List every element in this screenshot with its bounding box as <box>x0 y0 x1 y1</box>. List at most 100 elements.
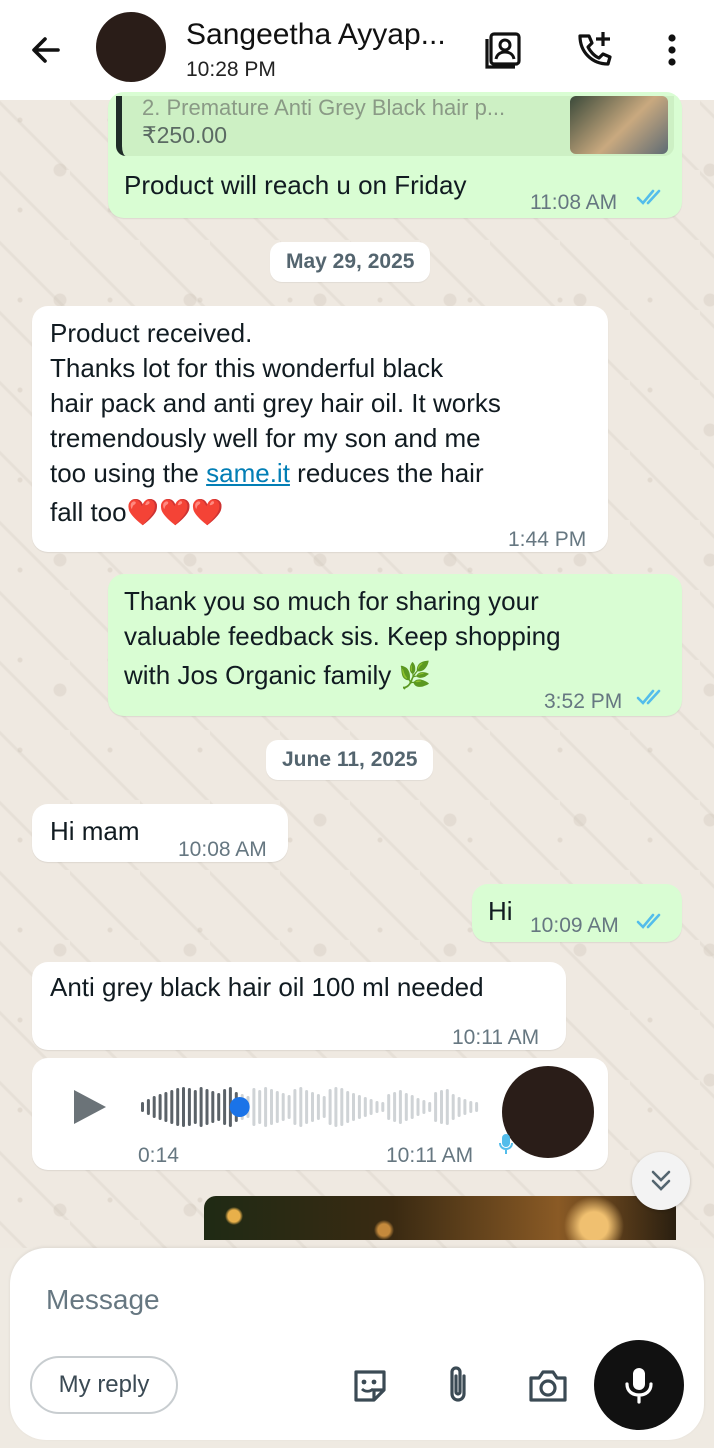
message-text: Hi mam <box>50 816 140 846</box>
incoming-message[interactable]: Hi mam 10:08 AM <box>32 804 288 862</box>
outgoing-message[interactable]: 2. Premature Anti Grey Black hair p... ₹… <box>108 92 682 218</box>
play-icon[interactable] <box>68 1086 110 1128</box>
incoming-message[interactable]: Product received. Thanks lot for this wo… <box>32 306 608 552</box>
waveform-bar <box>340 1088 344 1126</box>
waveform-bar <box>346 1091 350 1123</box>
waveform-bar <box>457 1097 461 1117</box>
waveform-bar <box>199 1087 203 1127</box>
add-call-icon[interactable] <box>572 28 616 72</box>
message-time: 1:44 PM <box>508 528 587 551</box>
message-time: 10:11 AM <box>386 1144 474 1167</box>
contact-avatar[interactable] <box>96 12 166 82</box>
waveform-bar <box>352 1093 355 1121</box>
waveform-bar <box>416 1098 420 1116</box>
waveform-bar <box>393 1092 397 1122</box>
message-text: Thank you so much for sharing your valua… <box>124 586 561 690</box>
waveform-bar <box>182 1087 185 1127</box>
waveform-bar <box>428 1102 432 1112</box>
contact-card-icon[interactable] <box>482 28 526 72</box>
waveform-bar <box>158 1094 162 1120</box>
contact-name[interactable]: Sangeetha Ayyap... <box>186 18 446 52</box>
read-ticks-icon <box>636 689 661 705</box>
last-seen-status: 10:28 PM <box>186 58 276 81</box>
message-input[interactable]: Message <box>46 1284 160 1316</box>
message-link[interactable]: same.it <box>206 458 290 488</box>
message-time: 10:11 AM <box>452 1026 540 1049</box>
incoming-message[interactable]: Anti grey black hair oil 100 ml needed 1… <box>32 962 566 1050</box>
message-text: Product received. Thanks lot for this wo… <box>50 318 501 527</box>
waveform-bar <box>141 1102 144 1112</box>
message-text: Hi <box>488 896 513 926</box>
waveform-bar <box>258 1090 262 1124</box>
waveform-bar <box>152 1096 156 1118</box>
more-options-icon[interactable] <box>650 28 694 72</box>
product-thumbnail <box>570 96 668 154</box>
waveform-bar <box>270 1089 273 1125</box>
my-reply-chip[interactable]: My reply <box>30 1356 178 1414</box>
waveform-bar <box>440 1090 443 1124</box>
camera-icon[interactable] <box>526 1366 570 1406</box>
sticker-icon[interactable] <box>348 1364 392 1408</box>
waveform-bar <box>146 1099 150 1115</box>
read-ticks-icon <box>636 913 661 929</box>
message-composer: Message My reply <box>10 1248 704 1440</box>
waveform-bar <box>363 1097 367 1117</box>
waveform-bar <box>193 1090 197 1124</box>
waveform-bar <box>445 1089 449 1125</box>
waveform-bar <box>187 1088 191 1126</box>
waveform-bar <box>387 1094 391 1120</box>
outgoing-message[interactable]: Thank you so much for sharing your valua… <box>108 574 682 716</box>
voice-message[interactable]: 0:14 10:11 AM <box>32 1058 608 1170</box>
waveform-bar <box>164 1092 168 1122</box>
waveform-bar <box>211 1091 215 1123</box>
waveform-bar <box>316 1094 320 1120</box>
waveform-bar <box>281 1093 285 1121</box>
message-time: 10:09 AM <box>530 914 619 937</box>
chat-header: Sangeetha Ayyap... 10:28 PM <box>0 0 714 100</box>
waveform-bar <box>252 1088 256 1126</box>
waveform-bar <box>404 1093 408 1121</box>
waveform-bar <box>305 1090 309 1124</box>
back-arrow-icon[interactable] <box>26 30 66 70</box>
quoted-product-price: ₹250.00 <box>142 122 227 148</box>
playback-position-handle[interactable] <box>229 1097 250 1117</box>
sender-avatar <box>502 1066 594 1158</box>
date-divider: June 11, 2025 <box>266 740 434 780</box>
waveform-bar <box>311 1092 314 1122</box>
mic-icon <box>625 1368 653 1404</box>
waveform-bar <box>422 1100 426 1114</box>
message-text: Product will reach u on Friday <box>124 170 467 200</box>
message-time: 10:08 AM <box>178 838 267 861</box>
waveform-bar <box>223 1089 227 1125</box>
waveform-bar <box>463 1099 467 1115</box>
waveform-bar <box>264 1087 268 1127</box>
waveform-bar <box>451 1094 455 1120</box>
waveform-bar <box>398 1090 402 1124</box>
voice-duration: 0:14 <box>138 1144 179 1167</box>
voice-record-button[interactable] <box>594 1340 684 1430</box>
outgoing-message[interactable]: Hi 10:09 AM <box>472 884 682 942</box>
waveform-bar <box>434 1092 438 1122</box>
waveform-bar <box>287 1095 291 1119</box>
waveform-bar <box>275 1091 279 1123</box>
waveform-bar <box>369 1099 373 1115</box>
voice-waveform[interactable] <box>140 1084 480 1130</box>
waveform-bar <box>381 1102 385 1112</box>
waveform-bar <box>469 1101 473 1113</box>
quoted-product[interactable]: 2. Premature Anti Grey Black hair p... ₹… <box>116 96 674 156</box>
waveform-bar <box>334 1087 338 1127</box>
message-time: 11:08 AM <box>530 191 618 214</box>
waveform-bar <box>170 1090 174 1124</box>
attach-icon[interactable] <box>436 1362 480 1408</box>
message-text: Anti grey black hair oil 100 ml needed <box>50 972 484 1002</box>
waveform-bar <box>475 1102 479 1112</box>
waveform-bar <box>375 1101 379 1113</box>
scroll-to-bottom-button[interactable] <box>632 1152 690 1210</box>
waveform-bar <box>205 1089 209 1125</box>
image-message-preview[interactable] <box>204 1196 676 1240</box>
waveform-bar <box>293 1089 297 1125</box>
date-divider: May 29, 2025 <box>270 242 431 282</box>
message-time: 3:52 PM <box>544 690 623 713</box>
mic-icon <box>499 1134 513 1154</box>
double-chevron-down-icon <box>651 1170 671 1191</box>
